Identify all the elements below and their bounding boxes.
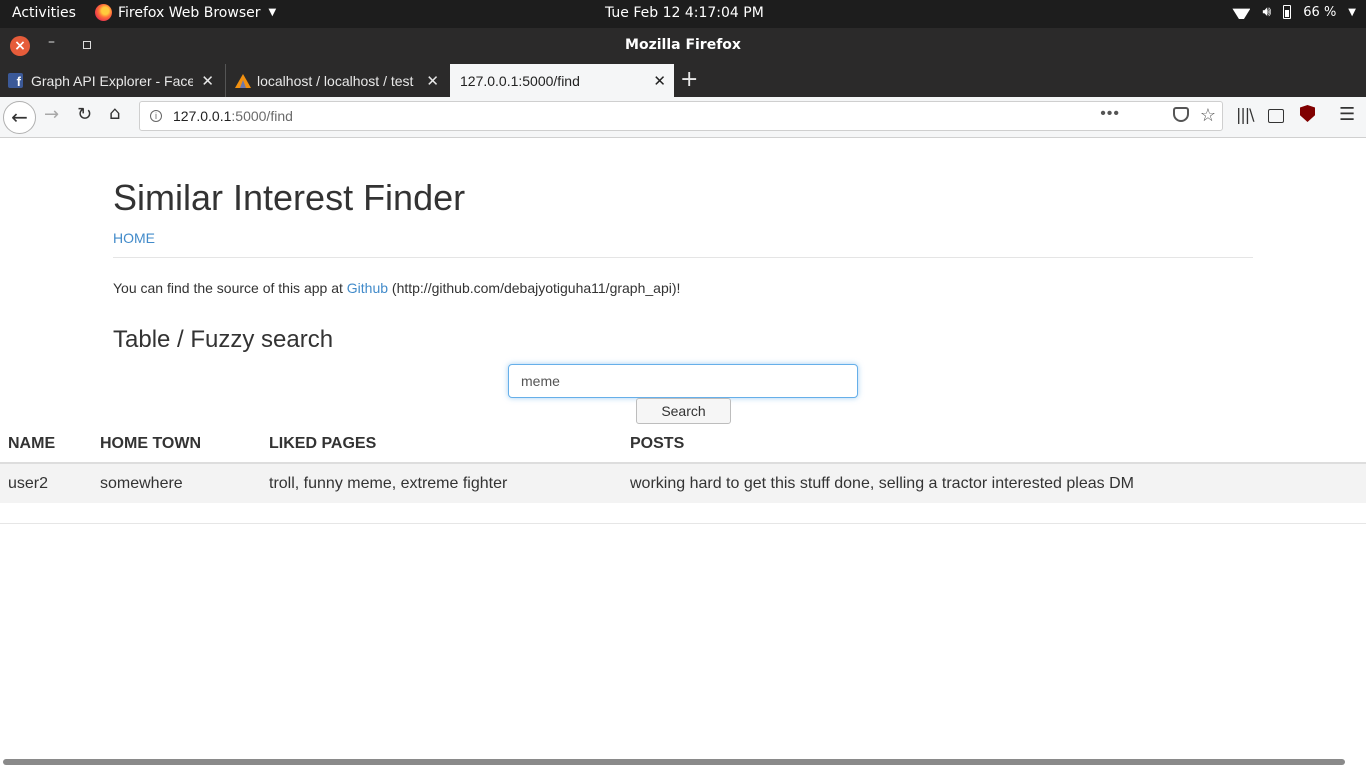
source-prefix: You can find the source of this app at (113, 280, 347, 296)
tab-title: 127.0.0.1:5000/find (460, 72, 580, 89)
page-actions-icon[interactable]: ••• (1100, 105, 1120, 123)
app-menu-label: Firefox Web Browser (118, 4, 261, 21)
window-title-bar: × – Mozilla Firefox (0, 28, 1366, 64)
home-button[interactable]: ⌂ (109, 103, 120, 124)
caret-down-icon: ▼ (268, 7, 277, 18)
url-bar[interactable]: i 127.0.0.1:5000/find ••• ☆ (139, 101, 1223, 131)
table-row: user2 somewhere troll, funny meme, extre… (0, 463, 1366, 503)
tab-title: localhost / localhost / test (257, 72, 414, 89)
table-row-spacer (0, 503, 1366, 524)
activities-button[interactable]: Activities (12, 5, 76, 21)
sidebar-icon[interactable] (1268, 109, 1284, 123)
source-text: You can find the source of this app at G… (113, 280, 680, 296)
info-icon[interactable]: i (150, 110, 162, 122)
tab-close-icon[interactable]: ✕ (201, 72, 214, 90)
tab-graph-api-explorer[interactable]: f Graph API Explorer - Facebook ✕ (0, 64, 222, 97)
page-content: Similar Interest Finder HOME You can fin… (0, 139, 1366, 768)
empty-cell (622, 503, 1366, 524)
battery-level: 66 % (1303, 4, 1337, 20)
tab-close-icon[interactable]: ✕ (426, 72, 439, 90)
phpmyadmin-icon (235, 73, 251, 88)
empty-cell (92, 503, 261, 524)
pocket-icon[interactable] (1173, 107, 1189, 122)
volume-icon: 🔊︎ (1262, 4, 1272, 20)
cell-name: user2 (0, 463, 92, 503)
firefox-icon (95, 4, 112, 21)
tab-localhost[interactable]: localhost / localhost / test ✕ (225, 64, 447, 97)
table-header-row: NAME HOME TOWN LIKED PAGES POSTS (0, 425, 1366, 464)
battery-icon (1283, 5, 1292, 19)
url-path: :5000/find (231, 108, 293, 124)
empty-cell (261, 503, 622, 524)
url-host: 127.0.0.1 (173, 108, 232, 124)
tab-title: Graph API Explorer - Facebook (31, 72, 193, 89)
cell-liked-pages: troll, funny meme, extreme fighter (261, 463, 622, 503)
library-icon[interactable]: |||\ (1236, 105, 1255, 124)
github-link[interactable]: Github (347, 280, 388, 296)
app-menu[interactable]: Firefox Web Browser ▼ (95, 4, 276, 21)
section-title: Table / Fuzzy search (113, 326, 334, 353)
results-table: NAME HOME TOWN LIKED PAGES POSTS user2 s… (0, 425, 1366, 524)
cell-home-town: somewhere (92, 463, 261, 503)
forward-button[interactable]: → (44, 104, 59, 125)
divider (113, 257, 1253, 258)
url-text[interactable]: 127.0.0.1:5000/find (173, 108, 293, 124)
wifi-icon (1232, 5, 1250, 19)
page-title: Similar Interest Finder (113, 177, 466, 218)
search-input[interactable] (508, 364, 858, 398)
cell-posts: working hard to get this stuff done, sel… (622, 463, 1366, 503)
hamburger-menu-icon[interactable]: ☰ (1339, 104, 1355, 125)
bookmark-star-icon[interactable]: ☆ (1200, 105, 1216, 126)
horizontal-scrollbar[interactable] (3, 759, 1345, 765)
clock[interactable]: Tue Feb 12 4:17:04 PM (605, 5, 764, 21)
search-button[interactable]: Search (636, 398, 731, 424)
home-link[interactable]: HOME (113, 230, 155, 246)
system-tray[interactable]: 🔊︎ 66 % ▼ (1232, 4, 1356, 20)
back-button[interactable]: ← (3, 101, 36, 134)
reload-button[interactable]: ↻ (77, 104, 92, 125)
column-header-name: NAME (0, 425, 92, 464)
source-suffix: (http://github.com/debajyotiguha11/graph… (388, 280, 681, 296)
tab-strip: f Graph API Explorer - Facebook ✕ localh… (0, 64, 1366, 97)
ublock-origin-icon[interactable] (1300, 105, 1315, 122)
column-header-home-town: HOME TOWN (92, 425, 261, 464)
tab-close-icon[interactable]: ✕ (653, 72, 666, 90)
empty-cell (0, 503, 92, 524)
facebook-icon: f (8, 73, 23, 89)
navigation-bar: ← → ↻ ⌂ i 127.0.0.1:5000/find ••• ☆ |||\… (0, 97, 1366, 138)
new-tab-button[interactable]: + (680, 67, 698, 92)
chevron-down-icon: ▼ (1348, 6, 1356, 18)
window-title: Mozilla Firefox (625, 37, 741, 53)
column-header-posts: POSTS (622, 425, 1366, 464)
column-header-liked-pages: LIKED PAGES (261, 425, 622, 464)
system-top-bar: Activities Firefox Web Browser ▼ Tue Feb… (0, 0, 1366, 28)
tab-find[interactable]: 127.0.0.1:5000/find ✕ (450, 64, 674, 97)
